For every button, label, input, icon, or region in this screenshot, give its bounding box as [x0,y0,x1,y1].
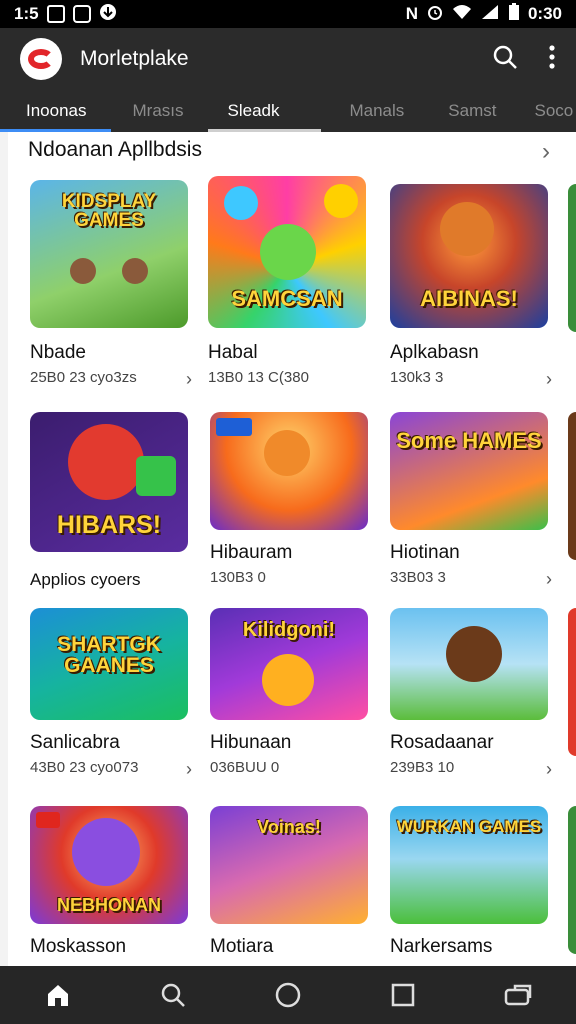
app-bar: Morletplake [0,28,576,90]
notification-icon [46,5,65,23]
chevron-right-icon[interactable]: › [186,759,192,780]
app-card[interactable]: Kilidgoni! Hibunaan 036BUU 0 [210,608,372,776]
app-name: Nbade [30,342,86,363]
search-icon[interactable] [492,44,518,75]
nfc-icon: N [405,4,418,23]
app-thumbnail[interactable] [390,608,548,720]
more-vert-icon[interactable] [548,44,556,75]
app-thumbnail-peek[interactable] [568,806,576,954]
app-art-text: WURKAN GAMES [396,817,542,836]
app-name: Aplkabasn [390,342,479,363]
app-thumbnail[interactable]: SHARTGK GAANES [30,608,188,720]
app-art-text: AIBINAS! [420,286,518,311]
tab-bar: Inoonas Mrasıs Sleadk Manals Samst Soco [0,90,576,132]
app-thumbnail[interactable]: SAMCSAN [208,176,366,328]
app-meta: 130B3 0 [210,569,266,586]
tab-manals[interactable]: Manals [321,90,426,132]
app-art-text: KIDSPLAY GAMES [61,191,157,231]
tab-soco[interactable]: Soco [516,90,576,132]
app-thumbnail[interactable]: Some HAMES [390,412,548,530]
app-meta: 239B3 10 [390,759,455,776]
app-name: Motiara [210,936,274,957]
status-bar: 1:5 N 0:30 [0,0,576,28]
app-art-text: SHARTGK GAANES [57,633,161,677]
app-thumbnail[interactable]: WURKAN GAMES [390,806,548,924]
wifi-icon [452,4,472,25]
app-art-text: Some HAMES [396,428,542,453]
app-meta: 25B0 23 cyo3zs [30,369,137,386]
app-thumbnail[interactable]: AIBINAS! [390,184,548,328]
app-card[interactable]: AIBINAS! Aplkabasn 130k3 3 › [390,184,552,390]
app-meta: 13B0 13 C(380 [208,369,309,386]
app-card[interactable]: HIBARS! Applios cyoers [30,412,192,590]
section-title: Ndoanan Apllbdsis [28,138,202,161]
circle-icon[interactable] [268,975,308,1015]
app-card[interactable]: KIDSPLAY GAMES Nbade 25B0 23 cyo3zs › [30,180,192,390]
app-card[interactable]: NEBHONAN Moskasson [30,806,192,958]
app-art-text: Voinas! [257,817,321,837]
app-logo-icon [20,38,62,80]
app-art-text: HIBARS! [56,511,162,539]
alarm-icon [426,3,444,26]
app-art-text: NEBHONAN [56,895,161,915]
bottom-nav-bar [0,966,576,1024]
chevron-right-icon[interactable]: › [542,138,550,166]
chevron-right-icon[interactable]: › [546,759,552,780]
app-name: Applios cyoers [30,570,141,589]
app-card[interactable]: Rosadaanar 239B3 10 › [390,608,552,780]
app-card[interactable]: SAMCSAN Habal 13B0 13 C(380 [208,176,370,386]
status-time-right: 0:30 [527,4,562,23]
tab-sleadk[interactable]: Sleadk [207,90,322,132]
app-name: Habal [208,342,258,363]
download-icon [99,3,117,26]
status-time-left: 1:5 [14,4,39,23]
battery-icon [508,2,520,26]
app-thumbnail-peek[interactable] [568,412,576,560]
tab-inoonas[interactable]: Inoonas [0,90,111,132]
home-icon[interactable] [38,975,78,1015]
tab-mrasis[interactable]: Mrasıs [111,90,208,132]
app-name: Sanlicabra [30,732,120,753]
app-meta: 43B0 23 cyo073 [30,759,139,776]
chevron-right-icon[interactable]: › [546,569,552,590]
square-icon[interactable] [383,975,423,1015]
app-thumbnail[interactable]: Kilidgoni! [210,608,368,720]
app-title: Morletplake [80,47,189,70]
content-area: Ndoanan Apllbdsis › KIDSPLAY GAMES Nbade… [8,132,576,966]
app-meta: 33B03 3 [390,569,446,586]
app-thumbnail-peek[interactable] [568,608,576,756]
app-card[interactable]: Voinas! Motiara [210,806,372,958]
search-icon[interactable] [153,975,193,1015]
app-name: Moskasson [30,936,127,957]
app-thumbnail-peek[interactable] [568,184,576,332]
app-card[interactable]: WURKAN GAMES Narkersams [390,806,552,958]
app-art-text: SAMCSAN [231,286,343,311]
chevron-right-icon[interactable]: › [546,369,552,390]
app-name: Narkersams [390,936,493,957]
app-name: Hiotinan [390,542,460,563]
app-meta: 036BUU 0 [210,759,280,776]
app-name: Hibunaan [210,732,292,753]
app-notification-icon [72,5,91,23]
app-thumbnail[interactable] [210,412,368,530]
app-thumbnail[interactable]: NEBHONAN [30,806,188,924]
app-card[interactable]: Hibauram 130B3 0 [210,412,372,586]
recent-icon[interactable] [498,975,538,1015]
app-meta: 130k3 3 [390,369,444,386]
app-thumbnail[interactable]: Voinas! [210,806,368,924]
app-thumbnail[interactable]: HIBARS! [30,412,188,552]
signal-icon [480,4,500,25]
app-name: Rosadaanar [390,732,494,753]
app-name: Hibauram [210,542,293,563]
chevron-right-icon[interactable]: › [186,369,192,390]
app-art-text: Kilidgoni! [242,619,336,641]
tab-samst[interactable]: Samst [426,90,516,132]
app-card[interactable]: Some HAMES Hiotinan 33B03 3 › [390,412,552,590]
app-thumbnail[interactable]: KIDSPLAY GAMES [30,180,188,328]
app-card[interactable]: SHARTGK GAANES Sanlicabra 43B0 23 cyo073… [30,608,192,780]
